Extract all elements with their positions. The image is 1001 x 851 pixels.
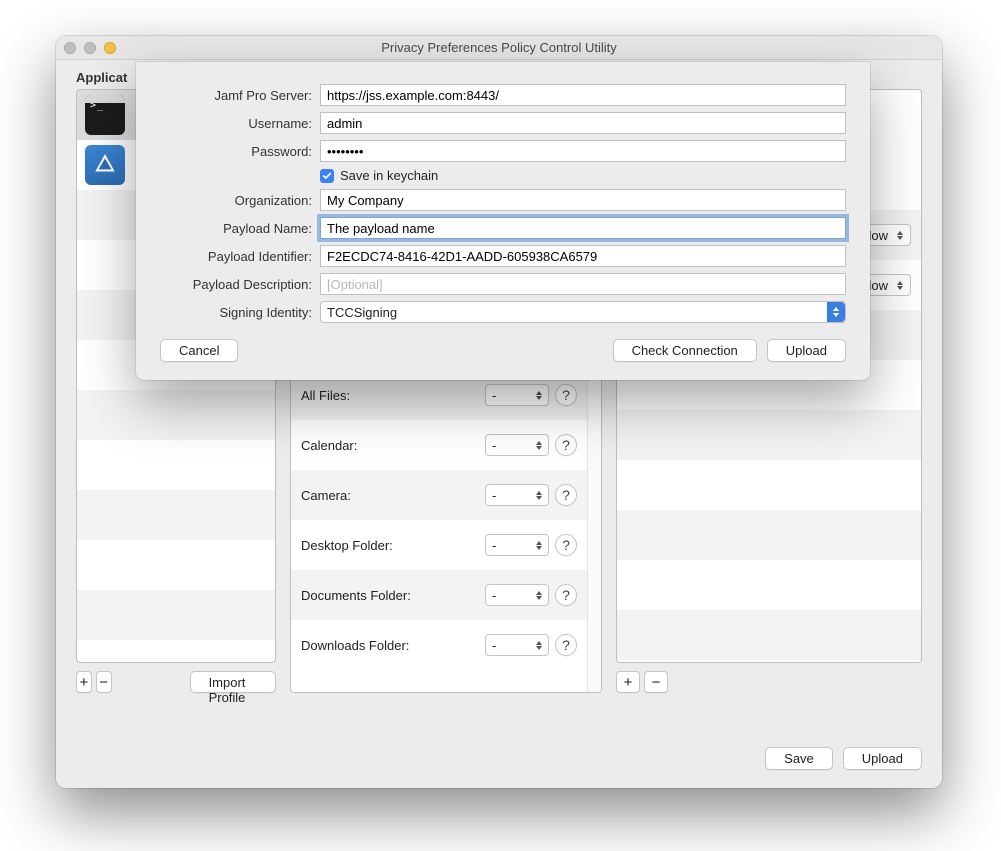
payload-description-label: Payload Description: (160, 277, 312, 292)
username-label: Username: (160, 116, 312, 131)
save-keychain-checkbox[interactable] (320, 169, 334, 183)
property-select[interactable]: - (485, 634, 549, 656)
property-row: Documents Folder: -? (291, 570, 587, 620)
property-row: Camera: -? (291, 470, 587, 520)
property-row: Calendar: -? (291, 420, 587, 470)
username-input[interactable] (320, 112, 846, 134)
property-row: Downloads Folder: -? (291, 620, 587, 670)
property-select-value: - (492, 588, 496, 603)
payload-name-label: Payload Name: (160, 221, 312, 236)
stepper-icon (532, 587, 546, 603)
password-input[interactable] (320, 140, 846, 162)
signing-identity-label: Signing Identity: (160, 305, 312, 320)
payload-name-input[interactable] (320, 217, 846, 239)
window-maximize-icon[interactable] (104, 42, 116, 54)
property-select[interactable]: - (485, 384, 549, 406)
help-icon[interactable]: ? (555, 434, 577, 456)
property-row: Desktop Folder: -? (291, 520, 587, 570)
stepper-icon (532, 537, 546, 553)
cancel-button[interactable]: Cancel (160, 339, 238, 362)
property-label: Desktop Folder: (301, 538, 393, 553)
stepper-icon (827, 302, 845, 322)
property-select[interactable]: - (485, 434, 549, 456)
help-icon[interactable]: ? (555, 384, 577, 406)
import-profile-button[interactable]: Import Profile (190, 671, 276, 693)
property-select-value: - (492, 638, 496, 653)
signing-identity-select[interactable]: TCCSigning (320, 301, 846, 323)
property-select-value: - (492, 388, 496, 403)
jamf-server-label: Jamf Pro Server: (160, 88, 312, 103)
remove-event-button[interactable]: − (644, 671, 668, 693)
help-icon[interactable]: ? (555, 634, 577, 656)
save-keychain-label: Save in keychain (340, 168, 438, 183)
property-label: Calendar: (301, 438, 357, 453)
organization-label: Organization: (160, 193, 312, 208)
add-event-button[interactable]: + (616, 671, 640, 693)
upload-button[interactable]: Upload (843, 747, 922, 770)
property-select-value: - (492, 438, 496, 453)
add-app-button[interactable]: + (76, 671, 92, 693)
payload-identifier-label: Payload Identifier: (160, 249, 312, 264)
window-title: Privacy Preferences Policy Control Utili… (56, 40, 942, 55)
payload-description-input[interactable] (320, 273, 846, 295)
property-label: All Files: (301, 388, 350, 403)
property-select[interactable]: - (485, 584, 549, 606)
organization-input[interactable] (320, 189, 846, 211)
stepper-icon (532, 487, 546, 503)
stepper-icon (532, 387, 546, 403)
stepper-icon (532, 637, 546, 653)
stepper-icon (893, 277, 907, 293)
window-minimize-icon[interactable] (84, 42, 96, 54)
titlebar: Privacy Preferences Policy Control Utili… (56, 36, 942, 60)
window-close-icon[interactable] (64, 42, 76, 54)
terminal-icon (85, 95, 125, 135)
check-connection-button[interactable]: Check Connection (613, 339, 757, 362)
help-icon[interactable]: ? (555, 584, 577, 606)
property-label: Downloads Folder: (301, 638, 409, 653)
save-button[interactable]: Save (765, 747, 833, 770)
property-label: Documents Folder: (301, 588, 411, 603)
payload-identifier-input[interactable] (320, 245, 846, 267)
help-icon[interactable]: ? (555, 484, 577, 506)
window-traffic-lights (64, 42, 116, 54)
xcode-icon (85, 145, 125, 185)
help-icon[interactable]: ? (555, 534, 577, 556)
stepper-icon (893, 227, 907, 243)
password-label: Password: (160, 144, 312, 159)
property-select-value: - (492, 488, 496, 503)
property-select-value: - (492, 538, 496, 553)
upload-sheet: Jamf Pro Server: Username: Password: Sav… (136, 62, 870, 380)
sheet-upload-button[interactable]: Upload (767, 339, 846, 362)
jamf-server-input[interactable] (320, 84, 846, 106)
property-select[interactable]: - (485, 484, 549, 506)
stepper-icon (532, 437, 546, 453)
remove-app-button[interactable]: − (96, 671, 112, 693)
signing-identity-value: TCCSigning (327, 305, 397, 320)
property-label: Camera: (301, 488, 351, 503)
property-select[interactable]: - (485, 534, 549, 556)
